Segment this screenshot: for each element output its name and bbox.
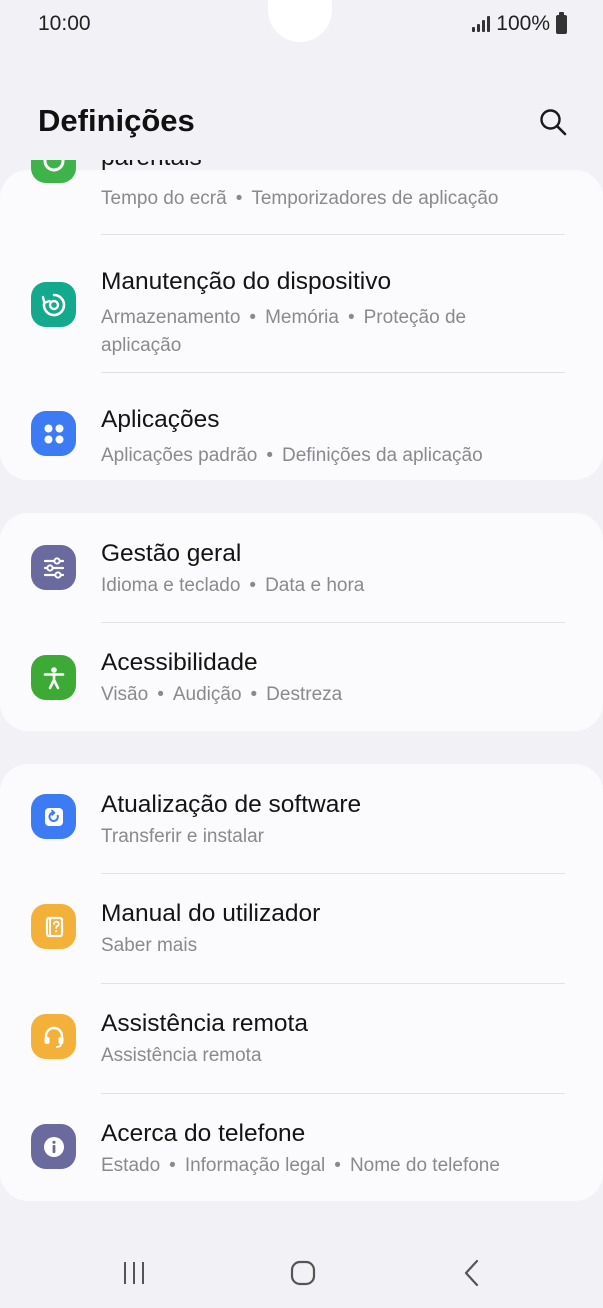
settings-item-device-care[interactable]: Manutenção do dispositivo Armazenamento •… (0, 235, 603, 373)
general-management-icon (31, 545, 76, 590)
software-update-icon (31, 794, 76, 839)
status-time: 10:00 (38, 12, 91, 35)
item-title: Aplicações (101, 406, 220, 433)
accessibility-icon (31, 655, 76, 700)
page-title: Definições (38, 103, 195, 138)
settings-item-accessibility[interactable]: Acessibilidade Visão • Audição • Destreza (0, 623, 603, 731)
about-phone-icon (31, 1124, 76, 1169)
item-title: Assistência remota (101, 1010, 308, 1037)
item-subtitle: Idioma e teclado • Data e hora (101, 575, 365, 596)
item-title: Manutenção do dispositivo (101, 268, 392, 295)
settings-item-software-update[interactable]: Atualização de software Transferir e ins… (0, 764, 603, 873)
battery-percentage: 100% (496, 12, 550, 35)
signal-icon (472, 16, 491, 32)
item-title: Acerca do telefone (101, 1120, 306, 1147)
user-manual-icon (31, 904, 76, 949)
settings-item-about-phone[interactable]: Acerca do telefone Estado • Informação leg… (0, 1094, 603, 1201)
recents-button[interactable] (94, 1238, 174, 1308)
settings-card-2: Gestão geral Idioma e teclado • Data e hor… (0, 513, 603, 731)
remote-support-icon (31, 1014, 76, 1059)
item-subtitle: Saber mais (101, 935, 198, 956)
item-subtitle: Tempo do ecrã • Temporizadores de aplicaçã… (101, 188, 499, 209)
status-bar: 10:00 100% (0, 0, 603, 48)
parental-controls-icon (31, 160, 76, 183)
app-header: Definições (0, 100, 603, 150)
home-button[interactable] (263, 1238, 343, 1308)
recents-icon (124, 1262, 144, 1284)
item-title: Acessibilidade (101, 649, 258, 676)
item-subtitle: Aplicações padrão • Definições da aplicaçã… (101, 445, 483, 466)
settings-item-user-manual[interactable]: Manual do utilizador Saber mais (0, 874, 603, 983)
settings-item-parental-controls[interactable]: parentais Tempo do ecrã•Temporizadores d… (0, 160, 603, 235)
home-icon (290, 1260, 316, 1286)
settings-item-remote-support[interactable]: Assistência remota Assistência remota (0, 984, 603, 1093)
item-title: Manual do utilizador (101, 900, 321, 927)
search-button[interactable] (533, 102, 573, 142)
item-subtitle: Visão • Audição • Destreza (101, 684, 343, 705)
item-title: Gestão geral (101, 540, 242, 567)
settings-item-general-management[interactable]: Gestão geral Idioma e teclado • Data e hor… (0, 513, 603, 622)
item-title: parentais (101, 160, 202, 172)
back-button[interactable] (432, 1238, 512, 1308)
apps-icon (31, 411, 76, 456)
battery-icon (556, 11, 567, 34)
item-subtitle: Assistência remota (101, 1045, 262, 1066)
navigation-bar (0, 1238, 603, 1308)
item-subtitle: Armazenamento • Memória • Proteção de aplica… (101, 307, 467, 356)
settings-card-3: Atualização de software Transferir e ins… (0, 764, 603, 1201)
status-indicators: 100% (472, 11, 567, 36)
settings-item-apps[interactable]: Aplicações Aplicações padrão • Definições … (0, 373, 603, 480)
camera-notch (268, 0, 332, 42)
back-icon (464, 1259, 479, 1287)
item-title: Atualização de software (101, 791, 362, 818)
item-subtitle: Estado • Informação legal • Nome do telefone (101, 1155, 500, 1176)
item-subtitle: Transferir e instalar (101, 826, 264, 847)
search-icon (540, 109, 567, 136)
settings-card-1: parentais Tempo do ecrã•Temporizadores d… (0, 160, 603, 480)
settings-list[interactable]: parentais Tempo do ecrã•Temporizadores d… (0, 160, 603, 1222)
device-care-icon (31, 282, 76, 327)
